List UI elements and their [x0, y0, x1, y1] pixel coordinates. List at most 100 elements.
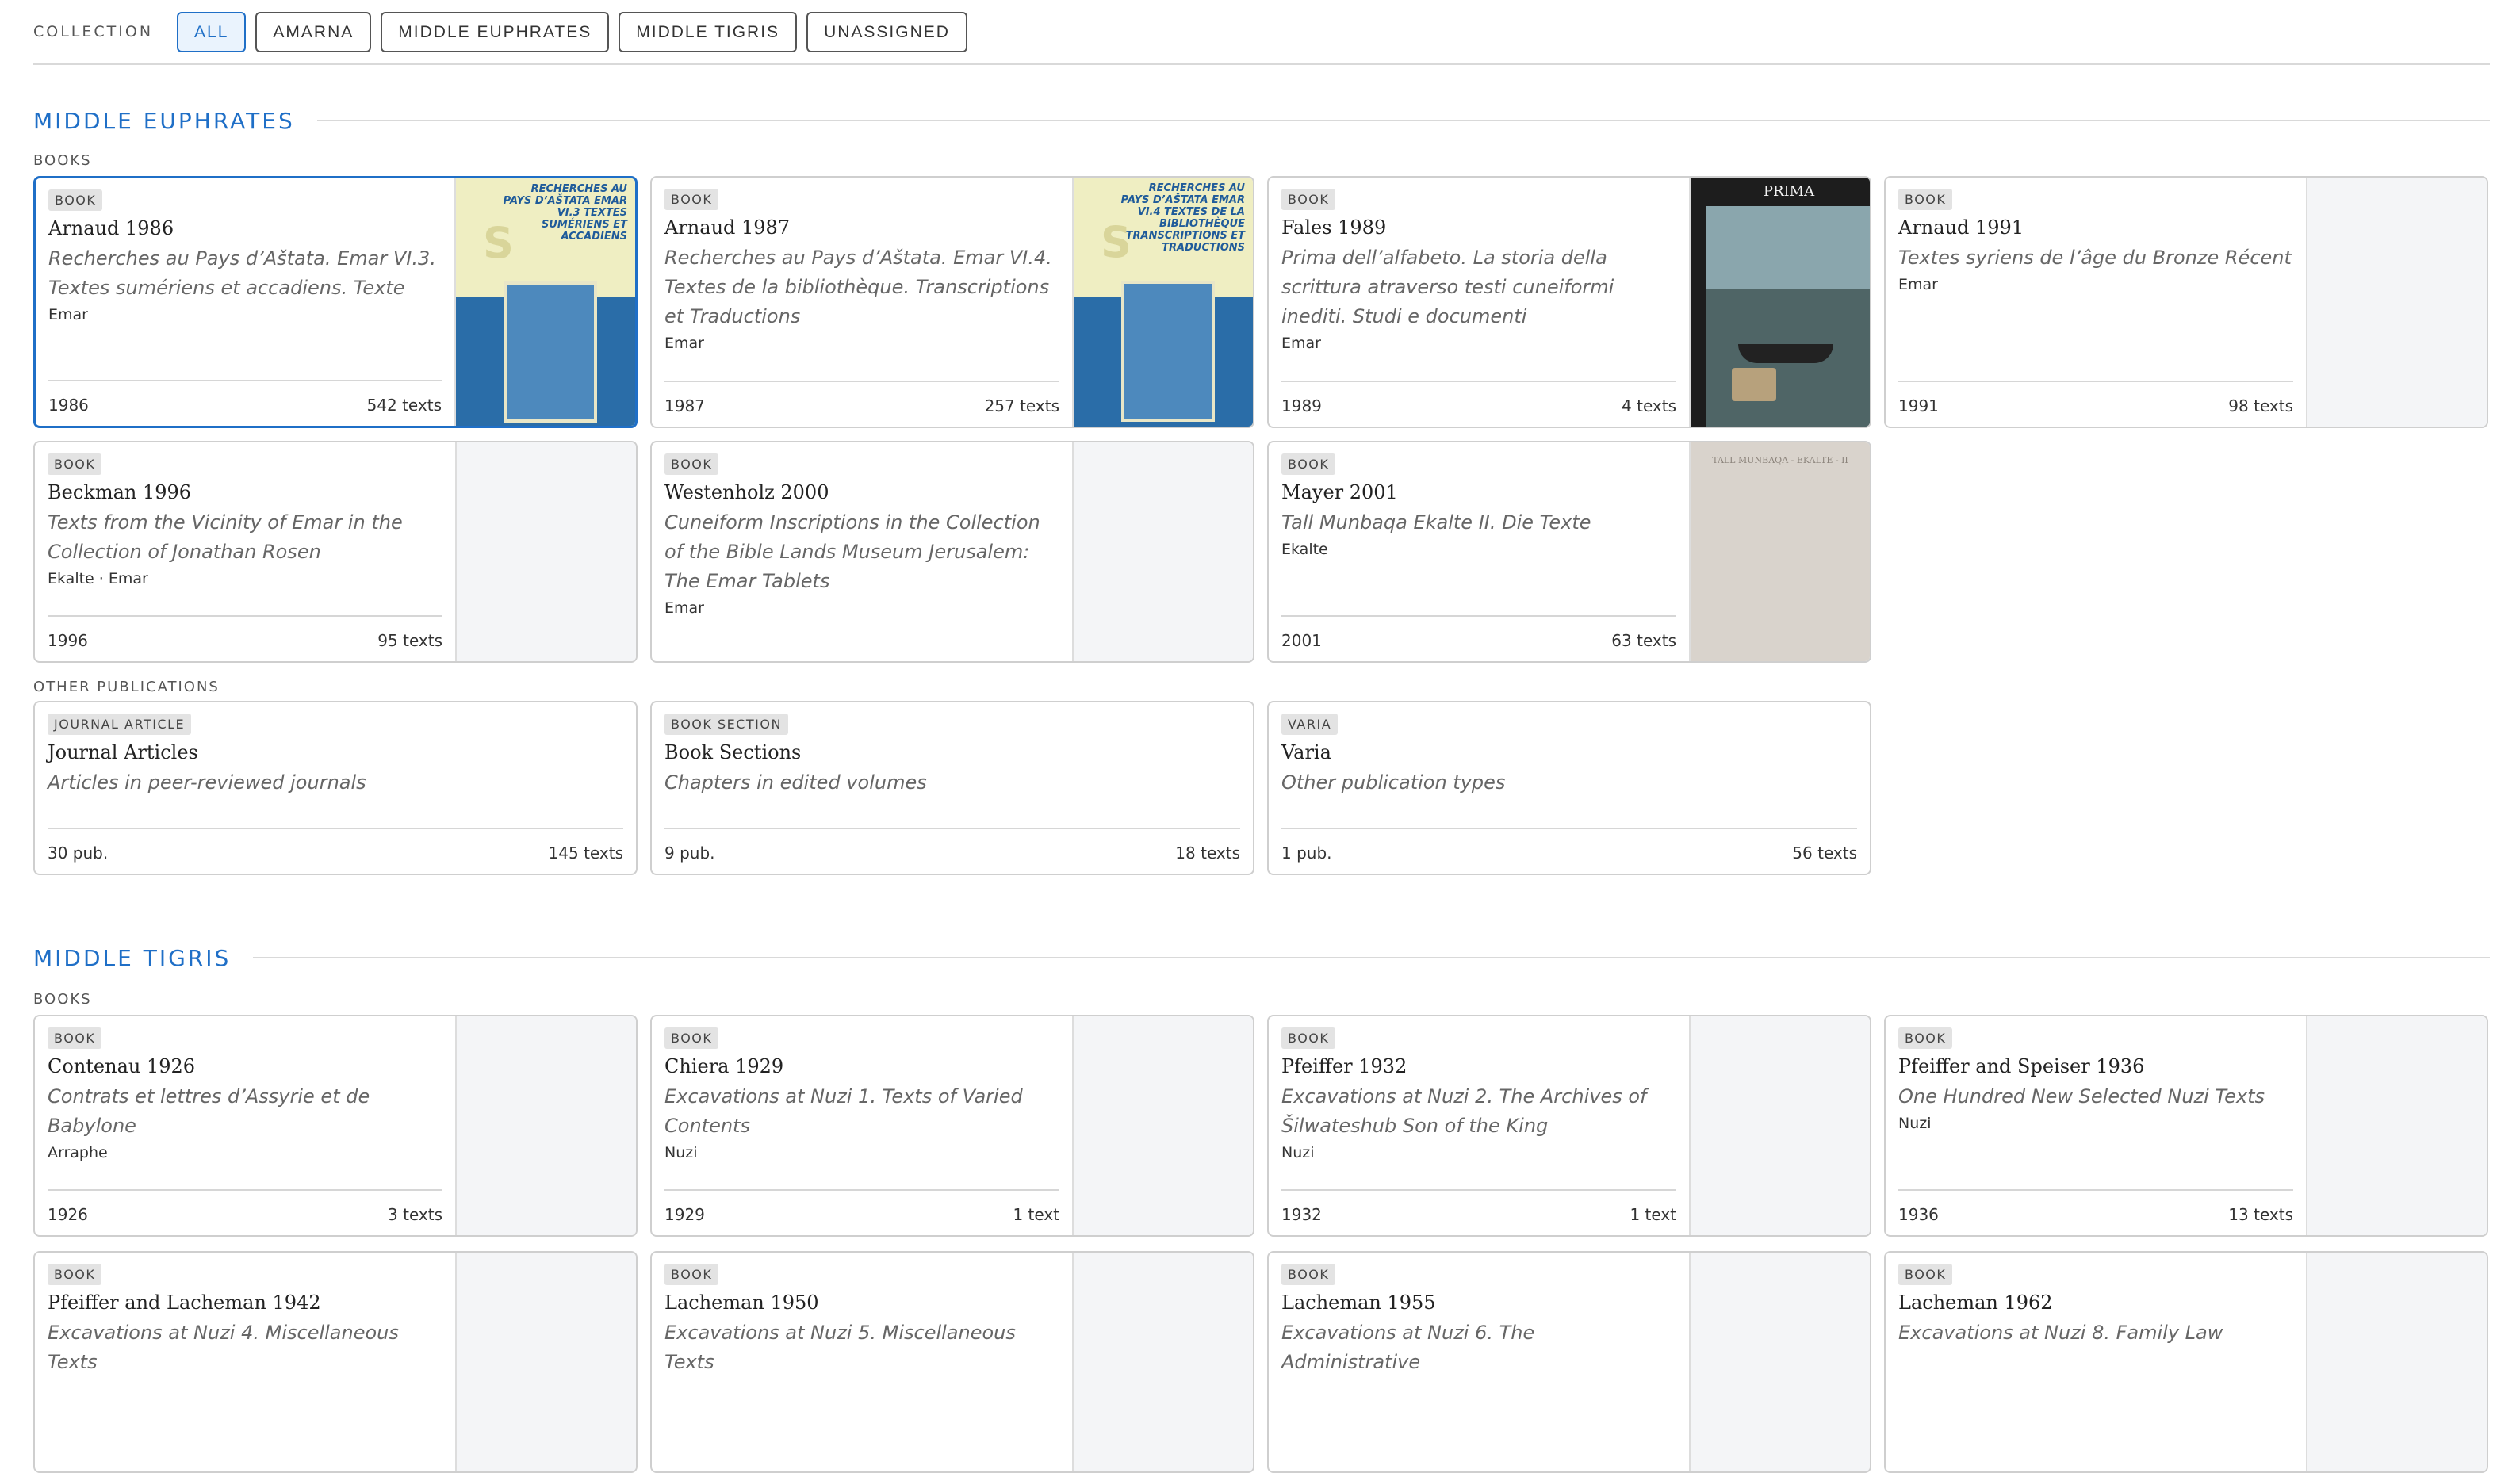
book-place: Ekalte · Emar: [48, 570, 148, 587]
book-cover-placeholder: [1072, 1016, 1253, 1235]
text-count: 98 texts: [2228, 396, 2293, 415]
filter-chip-middle-tigris[interactable]: MIDDLE TIGRIS: [619, 11, 798, 52]
card-body: JOURNAL ARTICLE Journal Articles Article…: [35, 702, 636, 874]
publisher-logo-icon: S: [483, 218, 514, 268]
card-body: BOOK Pfeiffer and Lacheman 1942 Excavati…: [35, 1253, 455, 1471]
book-place: Emar: [1281, 335, 1321, 352]
book-card-lacheman-1950[interactable]: BOOK Lacheman 1950 Excavations at Nuzi 5…: [650, 1251, 1254, 1473]
book-place: Emar: [48, 306, 88, 323]
publication-title: Book Sections: [664, 741, 802, 763]
filter-chip-amarna[interactable]: AMARNA: [255, 11, 372, 52]
publication-title: Journal Articles: [48, 741, 198, 763]
book-title: Arnaud 1991: [1898, 216, 2024, 239]
book-year: 1929: [664, 1205, 705, 1224]
book-title: Lacheman 1950: [664, 1291, 819, 1314]
book-card-pfeiffer-1932[interactable]: BOOK Pfeiffer 1932 Excavations at Nuzi 2…: [1267, 1015, 1871, 1237]
book-description: Excavations at Nuzi 6. The Administrativ…: [1281, 1322, 1535, 1373]
book-title: Beckman 1996: [48, 481, 192, 503]
book-title: Pfeiffer 1932: [1281, 1055, 1407, 1077]
type-badge: BOOK: [1898, 1027, 1953, 1049]
section-divider: [316, 120, 2490, 121]
cover-illustration: [1121, 281, 1215, 422]
book-year: 2001: [1281, 631, 1322, 650]
book-card-chiera-1929[interactable]: BOOK Chiera 1929 Excavations at Nuzi 1. …: [650, 1015, 1254, 1237]
book-cover-placeholder: [1689, 1016, 1870, 1235]
card-footer: 1986 542 texts: [48, 380, 442, 415]
page: COLLECTION ALL AMARNA MIDDLE EUPHRATES M…: [33, 0, 2490, 1473]
book-title: Lacheman 1962: [1898, 1291, 2053, 1314]
text-count: 145 texts: [548, 844, 623, 863]
book-card-westenholz-2000[interactable]: BOOK Westenholz 2000 Cuneiform Inscripti…: [650, 441, 1254, 663]
book-description: Excavations at Nuzi 1. Texts of Varied C…: [664, 1085, 1023, 1137]
card-body: BOOK Mayer 2001 Tall Munbaqa Ekalte II. …: [1269, 442, 1689, 661]
books-grid-euphrates: BOOK Arnaud 1986 Recherches au Pays d’Aš…: [33, 176, 2490, 663]
card-body: BOOK Fales 1989 Prima dell’alfabeto. La …: [1269, 178, 1689, 427]
other-publications-grid: JOURNAL ARTICLE Journal Articles Article…: [33, 701, 2490, 875]
book-place: Arraphe: [48, 1144, 108, 1161]
book-description: Cuneiform Inscriptions in the Collection…: [664, 511, 1040, 592]
filter-chip-middle-euphrates[interactable]: MIDDLE EUPHRATES: [381, 11, 610, 52]
filter-chip-all[interactable]: ALL: [177, 11, 247, 52]
text-count: 18 texts: [1175, 844, 1240, 863]
collection-filter-bar: COLLECTION ALL AMARNA MIDDLE EUPHRATES M…: [33, 0, 2490, 65]
book-card-lacheman-1955[interactable]: BOOK Lacheman 1955 Excavations at Nuzi 6…: [1267, 1251, 1871, 1473]
book-description: Tall Munbaqa Ekalte II. Die Texte: [1281, 511, 1591, 534]
book-year: 1986: [48, 396, 89, 415]
book-card-pfeiffer-speiser-1936[interactable]: BOOK Pfeiffer and Speiser 1936 One Hundr…: [1884, 1015, 2488, 1237]
book-title: Arnaud 1987: [664, 216, 791, 239]
book-cover-placeholder: [2306, 1016, 2487, 1235]
book-cover-image: RECHERCHES AU PAYS D’AŠTATA EMAR VI.4 TE…: [1072, 178, 1253, 427]
book-card-lacheman-1962[interactable]: BOOK Lacheman 1962 Excavations at Nuzi 8…: [1884, 1251, 2488, 1473]
publication-count: 1 pub.: [1281, 844, 1332, 863]
book-title: Pfeiffer and Lacheman 1942: [48, 1291, 321, 1314]
section-title: MIDDLE TIGRIS: [33, 944, 232, 971]
books-grid-tigris: BOOK Contenau 1926 Contrats et lettres d…: [33, 1015, 2490, 1473]
book-card-arnaud-1987[interactable]: BOOK Arnaud 1987 Recherches au Pays d’Aš…: [650, 176, 1254, 428]
book-card-mayer-2001[interactable]: BOOK Mayer 2001 Tall Munbaqa Ekalte II. …: [1267, 441, 1871, 663]
book-title: Westenholz 2000: [664, 481, 829, 503]
cover-spine: [1691, 178, 1708, 427]
publication-description: Other publication types: [1281, 771, 1506, 794]
book-place: Ekalte: [1281, 541, 1328, 558]
publication-card-journal-articles[interactable]: JOURNAL ARTICLE Journal Articles Article…: [33, 701, 638, 875]
book-place: Emar: [1898, 276, 1938, 293]
text-count: 1 text: [1013, 1205, 1059, 1224]
card-body: BOOK Beckman 1996 Texts from the Vicinit…: [35, 442, 455, 661]
type-badge: BOOK: [1281, 1264, 1336, 1285]
publication-card-varia[interactable]: VARIA Varia Other publication types 1 pu…: [1267, 701, 1871, 875]
book-card-pfeiffer-lacheman-1942[interactable]: BOOK Pfeiffer and Lacheman 1942 Excavati…: [33, 1251, 638, 1473]
publication-description: Chapters in edited volumes: [664, 771, 927, 794]
book-year: 1989: [1281, 396, 1322, 415]
book-description: Recherches au Pays d’Aštata. Emar VI.3. …: [48, 247, 436, 299]
text-count: 56 texts: [1792, 844, 1857, 863]
other-publications-label: OTHER PUBLICATIONS: [33, 679, 220, 695]
filter-chip-unassigned[interactable]: UNASSIGNED: [806, 11, 967, 52]
book-place: Nuzi: [1281, 1144, 1315, 1161]
type-badge: BOOK: [48, 453, 102, 475]
books-label: BOOKS: [33, 152, 92, 169]
publication-count: 9 pub.: [664, 844, 715, 863]
book-card-contenau-1926[interactable]: BOOK Contenau 1926 Contrats et lettres d…: [33, 1015, 638, 1237]
section-title: MIDDLE EUPHRATES: [33, 107, 295, 134]
book-year: 1991: [1898, 396, 1939, 415]
book-title: Mayer 2001: [1281, 481, 1398, 503]
book-card-arnaud-1991[interactable]: BOOK Arnaud 1991 Textes syriens de l’âge…: [1884, 176, 2488, 428]
card-body: BOOK Lacheman 1962 Excavations at Nuzi 8…: [1886, 1253, 2306, 1471]
book-description: Excavations at Nuzi 5. Miscellaneous Tex…: [664, 1322, 1016, 1373]
card-footer: 1991 98 texts: [1898, 381, 2293, 415]
card-footer: 1932 1 text: [1281, 1189, 1676, 1224]
publication-card-book-sections[interactable]: BOOK SECTION Book Sections Chapters in e…: [650, 701, 1254, 875]
text-count: 257 texts: [984, 396, 1059, 415]
cover-title: RECHERCHES AU PAYS D’AŠTATA EMAR VI.3 TE…: [503, 183, 627, 243]
book-cover-placeholder: [1072, 1253, 1253, 1471]
publication-description: Articles in peer-reviewed journals: [48, 771, 366, 794]
book-cover-placeholder: [2306, 1253, 2487, 1471]
book-card-beckman-1996[interactable]: BOOK Beckman 1996 Texts from the Vicinit…: [33, 441, 638, 663]
card-footer: 1929 1 text: [664, 1189, 1059, 1224]
book-card-arnaud-1986[interactable]: BOOK Arnaud 1986 Recherches au Pays d’Aš…: [33, 176, 638, 428]
type-badge: BOOK: [48, 1027, 102, 1049]
book-title: Chiera 1929: [664, 1055, 784, 1077]
type-badge: BOOK: [1898, 189, 1953, 210]
book-card-fales-1989[interactable]: BOOK Fales 1989 Prima dell’alfabeto. La …: [1267, 176, 1871, 428]
text-count: 1 text: [1630, 1205, 1676, 1224]
